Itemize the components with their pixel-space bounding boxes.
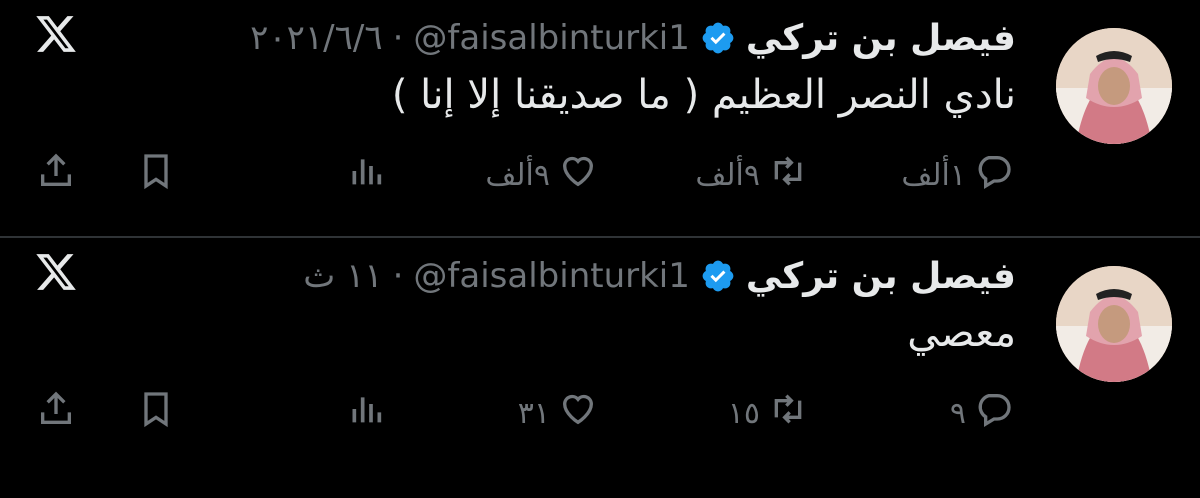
retweet-count: ٩ألف: [695, 157, 760, 193]
like-count: ٩ألف: [485, 157, 550, 193]
tweet-actions: ٩ ١٥ ٣١: [0, 388, 1200, 438]
share-button[interactable]: [36, 388, 76, 438]
verified-badge-icon: [700, 20, 736, 56]
like-button[interactable]: ٩ألف: [485, 150, 598, 200]
author-handle[interactable]: @faisalbinturki1: [413, 18, 689, 58]
bookmark-button[interactable]: [136, 150, 176, 200]
reply-button[interactable]: ١ألف: [901, 150, 1014, 200]
like-button[interactable]: ٣١: [518, 388, 598, 438]
tweet-header: فيصل بن تركي @faisalbinturki1 · ١١ ث: [303, 248, 1016, 304]
tweet-card[interactable]: فيصل بن تركي @faisalbinturki1 · ١١ ث معص…: [0, 238, 1200, 474]
like-count: ٣١: [517, 395, 550, 431]
x-logo-icon: [34, 250, 78, 294]
like-icon: [558, 151, 598, 199]
share-icon: [36, 151, 76, 199]
reply-count: ١ألف: [901, 157, 966, 193]
tweet-timestamp[interactable]: ٢٠٢١/٦/٦: [250, 18, 382, 58]
reply-icon: [974, 389, 1014, 437]
tweet-text: نادي النصر العظيم ( ما صديقنا إلا إنا ): [391, 72, 1016, 118]
retweet-button[interactable]: ١٥: [728, 388, 808, 438]
bookmark-icon: [136, 151, 176, 199]
tweet-card[interactable]: فيصل بن تركي @faisalbinturki1 · ٢٠٢١/٦/٦…: [0, 0, 1200, 236]
tweet-timestamp[interactable]: ١١ ث: [303, 256, 382, 296]
reply-icon: [974, 151, 1014, 199]
x-logo-icon: [34, 12, 78, 56]
retweet-count: ١٥: [727, 395, 760, 431]
author-handle[interactable]: @faisalbinturki1: [413, 256, 689, 296]
separator-dot: ·: [392, 18, 404, 58]
separator-dot: ·: [392, 256, 404, 296]
bookmark-icon: [136, 389, 176, 437]
retweet-icon: [768, 389, 808, 437]
views-icon: [346, 389, 386, 437]
tweet-header: فيصل بن تركي @faisalbinturki1 · ٢٠٢١/٦/٦: [250, 10, 1016, 66]
tweet-text: معصي: [907, 310, 1016, 356]
retweet-button[interactable]: ٩ألف: [695, 150, 808, 200]
retweet-icon: [768, 151, 808, 199]
views-icon: [346, 151, 386, 199]
verified-badge-icon: [700, 258, 736, 294]
author-name[interactable]: فيصل بن تركي: [746, 18, 1016, 59]
views-button[interactable]: [346, 150, 386, 200]
share-icon: [36, 389, 76, 437]
like-icon: [558, 389, 598, 437]
avatar[interactable]: [1056, 266, 1172, 382]
share-button[interactable]: [36, 150, 76, 200]
avatar[interactable]: [1056, 28, 1172, 144]
reply-button[interactable]: ٩: [950, 388, 1014, 438]
tweet-actions: ١ألف ٩ألف ٩ألف: [0, 150, 1200, 200]
views-button[interactable]: [346, 388, 386, 438]
author-name[interactable]: فيصل بن تركي: [746, 256, 1016, 297]
reply-count: ٩: [949, 395, 966, 431]
bookmark-button[interactable]: [136, 388, 176, 438]
